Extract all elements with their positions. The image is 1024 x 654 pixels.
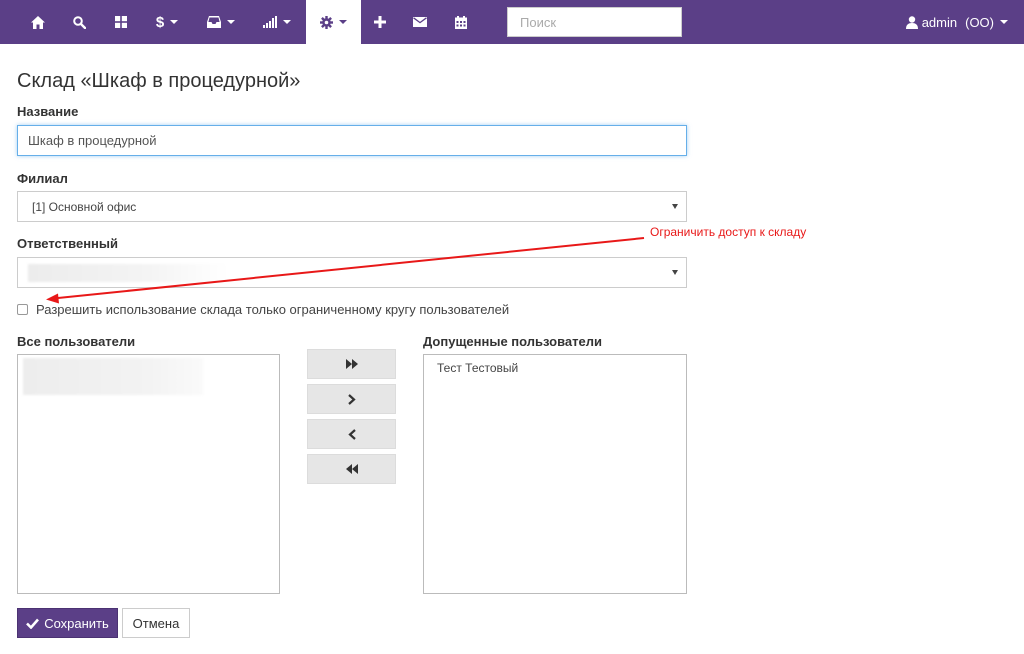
branch-select[interactable]: [1] Основной офис	[17, 191, 687, 222]
cancel-button[interactable]: Отмена	[122, 608, 190, 638]
home-icon	[31, 15, 45, 29]
double-chevron-right-icon	[345, 359, 358, 369]
redacted-list-item	[23, 358, 203, 395]
move-left-button[interactable]	[307, 419, 396, 449]
redacted-value	[28, 264, 228, 282]
branch-select-value: [1] Основной офис	[32, 199, 137, 214]
responsible-select[interactable]	[17, 257, 687, 288]
cancel-button-label: Отмена	[132, 615, 180, 631]
user-org: (OO)	[965, 14, 994, 30]
nav-add[interactable]	[361, 0, 399, 44]
search-input[interactable]	[507, 7, 682, 37]
inbox-icon	[207, 16, 221, 28]
all-users-label: Все пользователи	[17, 334, 136, 349]
move-right-button[interactable]	[307, 384, 396, 414]
caret-down-icon	[227, 20, 235, 24]
nav-reports[interactable]	[248, 0, 306, 44]
search-icon	[73, 15, 86, 29]
nav-dashboard[interactable]	[102, 0, 140, 44]
user-menu[interactable]: admin (OO)	[905, 0, 1008, 44]
nav-calendar[interactable]	[441, 0, 481, 44]
restrict-access-checkbox[interactable]	[17, 304, 28, 315]
save-button[interactable]: Сохранить	[17, 608, 118, 638]
username: admin	[921, 14, 958, 30]
restrict-access-label: Разрешить использование склада только ог…	[36, 302, 510, 317]
restrict-access-row: Разрешить использование склада только ог…	[17, 302, 509, 317]
calendar-icon	[455, 15, 467, 29]
nav-settings[interactable]	[306, 0, 361, 44]
nav-messages[interactable]	[399, 0, 441, 44]
all-users-list[interactable]	[17, 354, 280, 594]
caret-down-icon	[170, 20, 179, 24]
nav-search[interactable]	[57, 0, 102, 44]
page-title: Склад «Шкаф в процедурной»	[17, 70, 301, 92]
user-icon	[905, 15, 918, 29]
list-item[interactable]: Тест Тестовый	[437, 361, 518, 375]
annotation-text: Ограничить доступ к складу	[650, 225, 807, 239]
checkmark-icon	[26, 618, 40, 629]
caret-down-icon	[283, 20, 291, 24]
chevron-left-icon	[347, 428, 356, 440]
allowed-users-label: Допущенные пользователи	[423, 334, 602, 349]
chevron-down-icon	[672, 204, 678, 209]
double-chevron-left-icon	[345, 464, 358, 474]
move-all-right-button[interactable]	[307, 349, 396, 379]
branch-label: Филиал	[17, 171, 68, 186]
save-button-label: Сохранить	[44, 615, 109, 631]
caret-down-icon	[339, 20, 347, 24]
plus-icon	[374, 16, 386, 28]
move-all-left-button[interactable]	[307, 454, 396, 484]
name-label: Название	[17, 104, 79, 119]
gear-icon	[320, 15, 333, 29]
nav-finance[interactable]: $	[140, 0, 194, 44]
responsible-label: Ответственный	[17, 236, 118, 251]
allowed-users-list[interactable]: Тест Тестовый	[423, 354, 687, 594]
signal-icon	[263, 16, 277, 28]
grid-icon	[115, 16, 127, 28]
nav-home[interactable]	[19, 0, 57, 44]
name-input[interactable]	[17, 125, 687, 156]
chevron-down-icon	[672, 270, 678, 275]
envelope-icon	[413, 17, 427, 27]
chevron-right-icon	[347, 393, 356, 405]
top-navbar: $ Поиск admin (OO)	[0, 0, 1024, 44]
dollar-icon: $	[155, 13, 165, 31]
caret-down-icon	[1000, 20, 1008, 24]
nav-inbox[interactable]	[194, 0, 248, 44]
